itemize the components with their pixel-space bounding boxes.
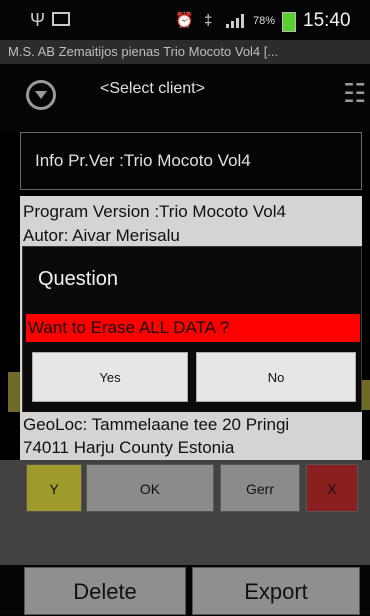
info-bar[interactable]: Info Pr.Ver :Trio Mocoto Vol4	[20, 132, 362, 190]
select-client[interactable]: <Select client>	[100, 80, 205, 98]
clock: 15:40	[303, 10, 351, 31]
usb-icon: Ψ	[30, 10, 46, 30]
gerr-button[interactable]: Gerr	[220, 464, 300, 512]
status-bar: Ψ ⏰ ‡ 78% 15:40	[0, 0, 370, 40]
y-button[interactable]: Y	[26, 464, 82, 512]
author: Autor: Aivar Merisalu	[23, 226, 180, 245]
dropdown-circle-icon[interactable]	[26, 80, 56, 110]
dialog-message: Want to Erase ALL DATA ?	[26, 314, 360, 342]
no-button[interactable]: No	[196, 352, 356, 402]
x-button[interactable]: X	[306, 464, 358, 512]
geoloc-line-2: 74011 Harju County Estonia	[23, 438, 235, 457]
yes-button[interactable]: Yes	[32, 352, 188, 402]
people-icon[interactable]: ☷	[343, 78, 366, 109]
app-title: M.S. AB Zemaitijos pienas Trio Mocoto Vo…	[0, 40, 370, 64]
battery-percent: 78%	[253, 15, 276, 27]
geoloc-line-1: GeoLoc: Tammelaane tee 20 Pringi	[23, 415, 290, 434]
ok-button[interactable]: OK	[86, 464, 214, 512]
alarm-icon: ⏰	[175, 12, 194, 29]
export-button[interactable]: Export	[192, 567, 360, 615]
program-version: Program Version :Trio Mocoto Vol4	[23, 202, 286, 221]
dialog-title: Question	[38, 268, 119, 290]
side-button-left[interactable]	[8, 372, 20, 412]
battery-icon	[282, 12, 296, 32]
signal-icon	[226, 14, 250, 28]
delete-button[interactable]: Delete	[24, 567, 186, 615]
info-bar-label: Info Pr.Ver :Trio Mocoto Vol4	[35, 151, 251, 170]
image-icon	[52, 12, 70, 26]
vibrate-icon: ‡	[204, 12, 213, 29]
